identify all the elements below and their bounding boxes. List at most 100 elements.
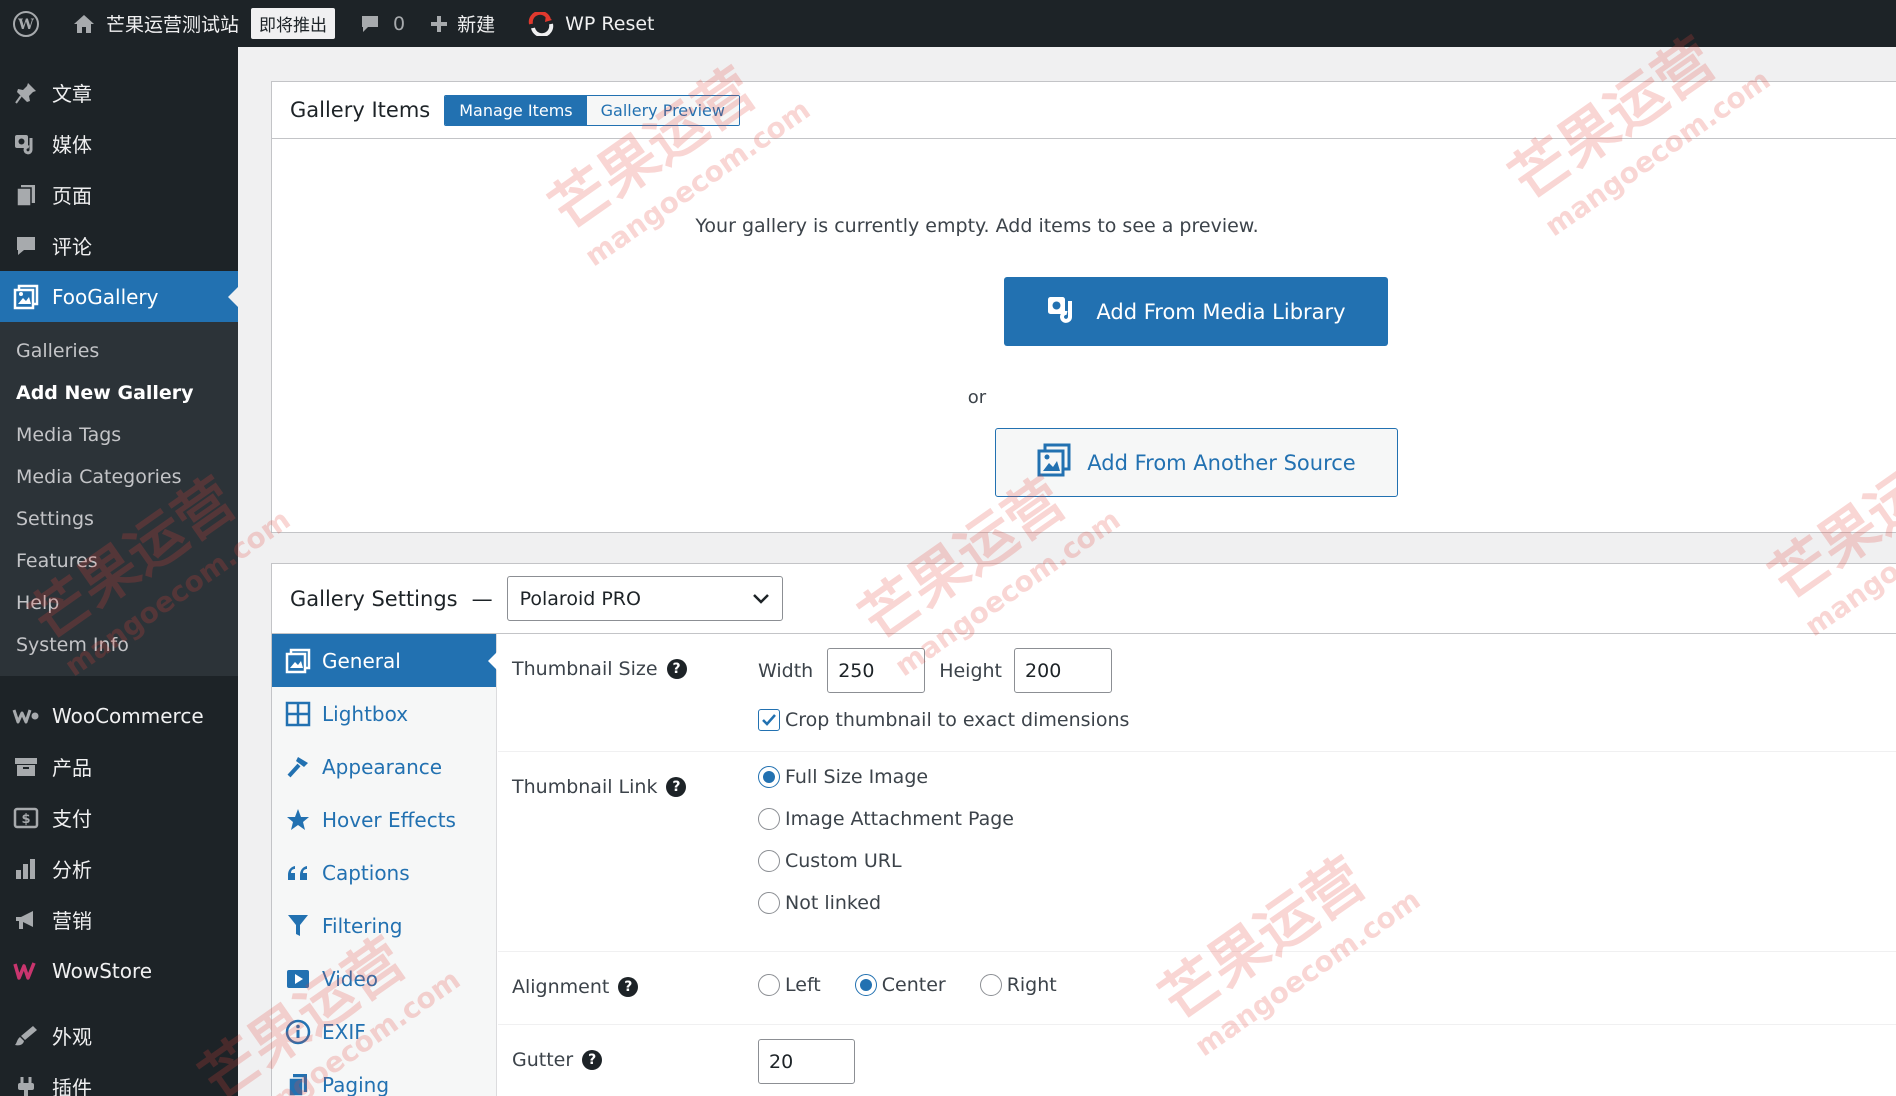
submenu-system-info[interactable]: System Info [0, 624, 238, 666]
option-label: Custom URL [785, 850, 902, 872]
coming-soon-badge[interactable]: 即将推出 [251, 8, 336, 39]
crop-option: Crop thumbnail to exact dimensions [758, 709, 1129, 731]
svg-text:W: W [17, 17, 34, 33]
submenu-settings[interactable]: Settings [0, 498, 238, 540]
site-name-link[interactable]: 芒果运营测试站 即将推出 [60, 0, 347, 47]
link-option-not-linked[interactable]: Not linked [758, 892, 881, 914]
submenu-features[interactable]: Features [0, 540, 238, 582]
width-label: Width [758, 659, 814, 682]
menu-item-payments[interactable]: $ 支付 [0, 792, 238, 843]
radio-button[interactable] [758, 892, 780, 914]
alignment-options: Left Center Right [758, 974, 1057, 996]
menu-item-analytics[interactable]: 分析 [0, 843, 238, 894]
tab-label: Video [322, 966, 379, 991]
tab-video[interactable]: Video [272, 952, 496, 1005]
link-option-custom-url[interactable]: Custom URL [758, 850, 902, 872]
tab-label: EXIF [322, 1019, 366, 1044]
radio-button[interactable] [758, 808, 780, 830]
wordpress-logo-icon[interactable]: W [0, 0, 52, 47]
radio-button[interactable] [758, 766, 780, 788]
help-icon[interactable]: ? [666, 777, 687, 797]
menu-item-pages[interactable]: 页面 [0, 169, 238, 220]
gallery-template-select[interactable]: Polaroid PRO [506, 576, 783, 621]
thumbnail-width-input[interactable]: 250 [827, 648, 926, 693]
brush-icon [12, 1022, 40, 1050]
thumbnail-link-label: Thumbnail Link ? [512, 776, 687, 798]
add-from-media-library-label: Add From Media Library [1096, 299, 1346, 324]
menu-item-comments[interactable]: 评论 [0, 220, 238, 271]
submenu-media-categories[interactable]: Media Categories [0, 456, 238, 498]
height-label: Height [939, 659, 1003, 682]
comments-link[interactable]: 0 [347, 0, 417, 47]
link-option-attachment-page[interactable]: Image Attachment Page [758, 808, 1014, 830]
quote-icon [284, 859, 312, 887]
tab-hover-effects[interactable]: Hover Effects [272, 793, 496, 846]
thumbnail-size-fields: Width 250 Height 200 [758, 648, 1113, 693]
option-label: Image Attachment Page [785, 808, 1014, 830]
menu-item-appearance[interactable]: 外观 [0, 1010, 238, 1061]
media-icon [1046, 293, 1080, 330]
thumbnail-size-label: Thumbnail Size ? [512, 658, 687, 680]
woocommerce-icon [12, 702, 40, 730]
tab-exif[interactable]: EXIF [272, 1005, 496, 1058]
tab-filtering[interactable]: Filtering [272, 899, 496, 952]
empty-gallery-message: Your gallery is currently empty. Add ite… [695, 215, 1259, 237]
submenu-add-new-gallery[interactable]: Add New Gallery [0, 372, 238, 414]
paging-icon [284, 1071, 312, 1096]
add-from-media-library-button[interactable]: Add From Media Library [1004, 277, 1388, 346]
tab-gallery-preview[interactable]: Gallery Preview [586, 95, 739, 125]
tab-paging[interactable]: Paging [272, 1058, 496, 1096]
menu-item-woocommerce[interactable]: WooCommerce [0, 690, 238, 741]
link-option-full-size[interactable]: Full Size Image [758, 766, 928, 788]
menu-item-wowstore[interactable]: WowStore [0, 945, 238, 996]
radio-button-left[interactable] [758, 974, 780, 996]
gutter-field: 20 [758, 1039, 855, 1084]
menu-label: 外观 [52, 1025, 92, 1049]
gallery-items-tabs: Manage Items Gallery Preview [444, 94, 740, 126]
radio-button-right[interactable] [979, 974, 1002, 996]
add-from-another-source-button[interactable]: Add From Another Source [995, 428, 1398, 497]
setting-gutter: Gutter ? 20 [498, 1025, 1896, 1096]
gutter-input[interactable]: 20 [758, 1039, 855, 1084]
radio-button[interactable] [758, 850, 780, 872]
tab-manage-items[interactable]: Manage Items [445, 95, 587, 125]
menu-item-marketing[interactable]: 营销 [0, 894, 238, 945]
radio-button-center[interactable] [854, 974, 877, 996]
gallery-items-title: Gallery Items [290, 98, 431, 122]
submenu-help[interactable]: Help [0, 582, 238, 624]
help-icon[interactable]: ? [618, 977, 639, 997]
menu-label: WowStore [52, 958, 153, 983]
option-label: Left [785, 974, 821, 996]
payment-icon: $ [12, 804, 40, 832]
menu-item-foogallery[interactable]: FooGallery [0, 271, 238, 322]
thumbnail-height-input[interactable]: 200 [1014, 648, 1113, 693]
new-content-link[interactable]: 新建 [417, 0, 507, 47]
menu-item-plugins[interactable]: 插件 [0, 1061, 238, 1096]
menu-item-posts[interactable]: 文章 [0, 67, 238, 118]
gallery-template-value: Polaroid PRO [519, 587, 641, 610]
tab-label: General [322, 648, 401, 673]
tab-label: Captions [322, 860, 410, 885]
menu-item-products[interactable]: 产品 [0, 741, 238, 792]
tab-appearance[interactable]: Appearance [272, 740, 496, 793]
crop-checkbox[interactable] [758, 709, 780, 731]
tab-general[interactable]: General [272, 634, 497, 687]
admin-sidebar: 文章 媒体 页面 评论 FooGallery Galleries Add New… [0, 47, 238, 1096]
tab-label: Filtering [322, 913, 403, 938]
submenu-galleries[interactable]: Galleries [0, 330, 238, 372]
gallery-icon [1037, 443, 1071, 482]
gallery-items-header: Gallery Items Manage Items Gallery Previ… [272, 82, 1896, 139]
gallery-settings-title: Gallery Settings [290, 586, 458, 611]
new-label: 新建 [457, 14, 496, 36]
media-icon [12, 130, 40, 158]
tab-captions[interactable]: Captions [272, 846, 496, 899]
menu-label: WooCommerce [52, 703, 204, 728]
wp-reset-link[interactable]: WP Reset [515, 0, 666, 47]
tab-lightbox[interactable]: Lightbox [272, 687, 496, 740]
submenu-media-tags[interactable]: Media Tags [0, 414, 238, 456]
gallery-icon [12, 283, 40, 311]
help-icon[interactable]: ? [582, 1050, 603, 1070]
page-icon [12, 181, 40, 209]
help-icon[interactable]: ? [666, 659, 687, 679]
menu-item-media[interactable]: 媒体 [0, 118, 238, 169]
